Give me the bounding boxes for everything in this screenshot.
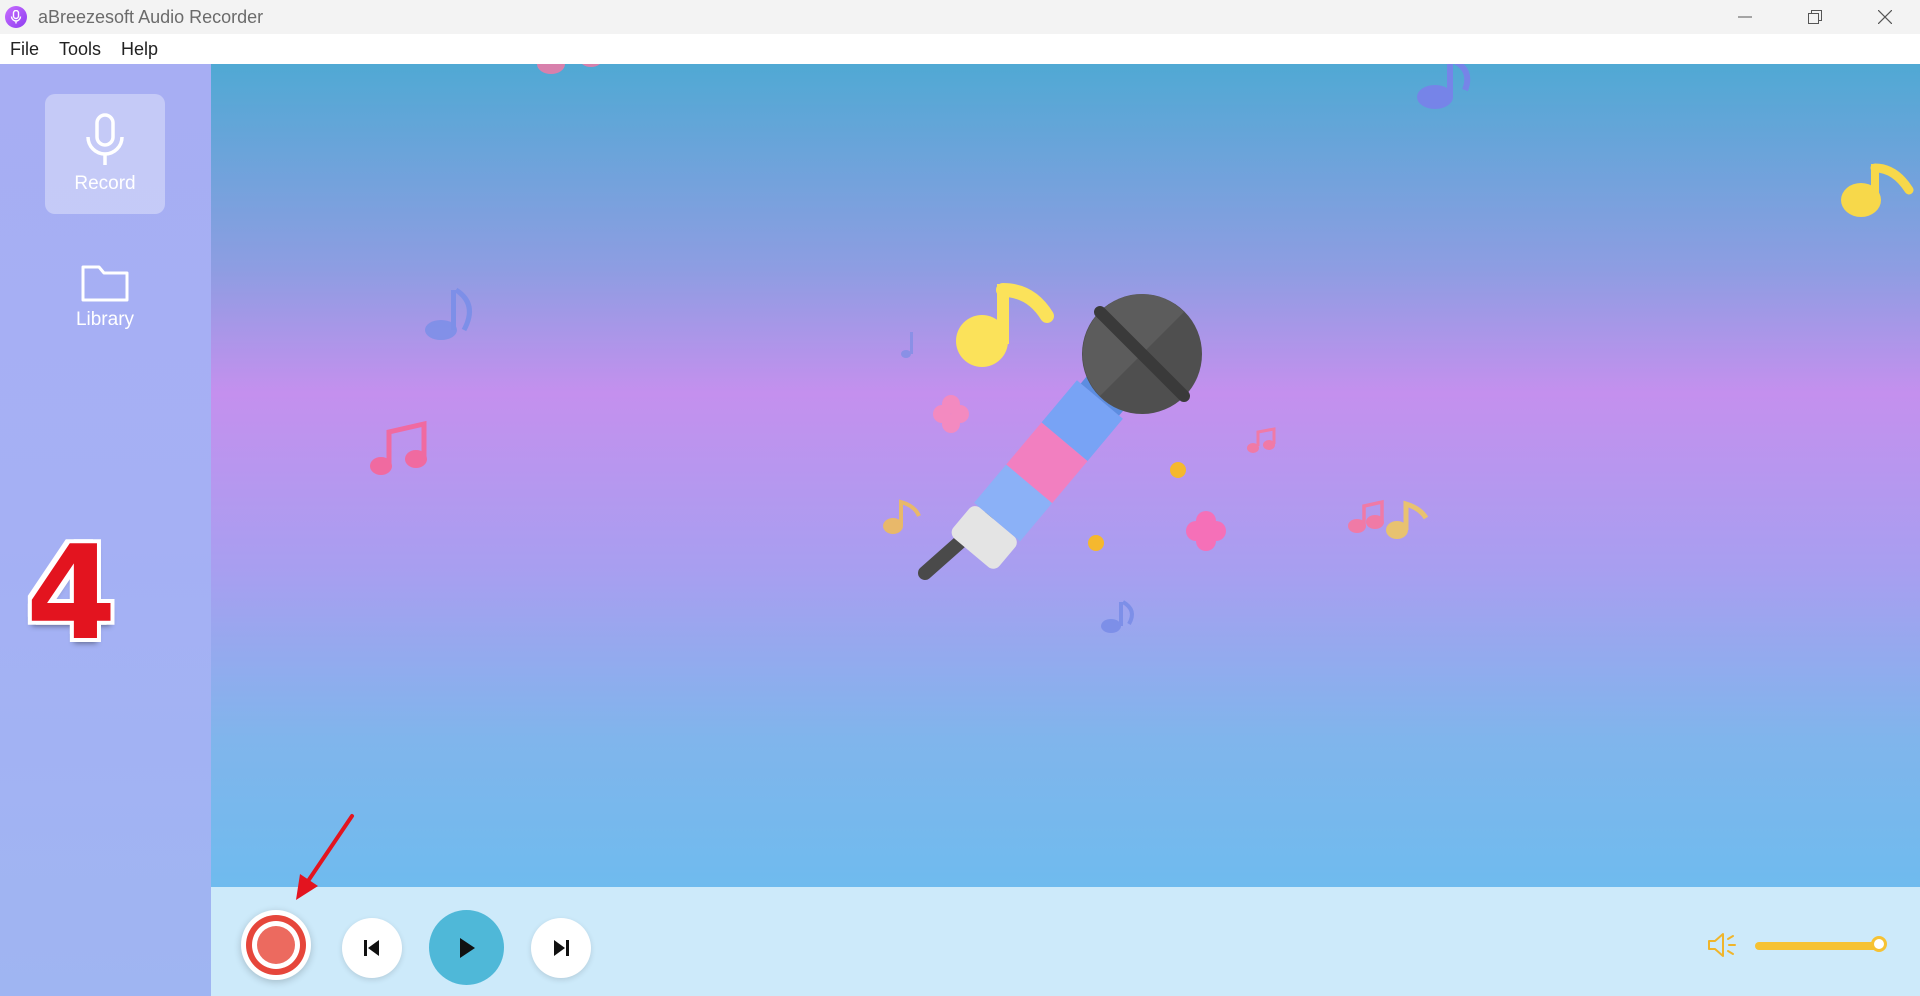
sidebar-item-record[interactable]: Record [45,94,165,214]
music-note-icon [883,499,921,534]
menu-tools[interactable]: Tools [49,39,111,60]
minimize-icon [1738,16,1752,18]
skip-forward-icon [554,940,569,956]
restore-button[interactable] [1780,0,1850,34]
sidebar-item-label: Library [75,309,135,330]
stage-illustration [370,64,1914,633]
window-title: aBreezesoft Audio Recorder [38,6,264,27]
flower-icon [1186,511,1226,551]
sidebar-item-library[interactable]: Library [45,236,165,356]
music-note-icon [1841,163,1914,217]
play-button[interactable] [429,910,504,985]
step-number-annotation: 4 [26,517,117,669]
flower-icon [933,395,969,433]
microphone-icon [86,113,124,165]
play-icon [459,937,475,958]
music-note-icon [956,283,1054,367]
music-note-icon [370,420,427,475]
skip-back-button[interactable] [342,918,402,978]
music-note-icon [537,64,600,74]
title-bar: aBreezesoft Audio Recorder [0,0,1920,34]
annotation-arrow [296,814,354,900]
restore-icon [1808,10,1822,24]
recorder-stage [211,64,1920,887]
music-note-icon [1101,600,1134,633]
app-microphone-icon [5,6,27,28]
menu-bar: File Tools Help [0,34,1920,64]
close-icon [1878,10,1892,24]
volume-icon[interactable] [1707,932,1737,958]
sidebar: Record Library 4 [0,64,211,996]
menu-help[interactable]: Help [111,39,168,60]
music-note-icon [901,332,913,358]
folder-icon [81,265,129,302]
close-button[interactable] [1850,0,1920,34]
record-button[interactable] [241,910,311,980]
volume-slider-thumb[interactable] [1871,936,1887,952]
music-note-icon [1417,64,1471,109]
player-bar [211,887,1920,996]
music-note-icon [1348,499,1384,533]
skip-forward-button[interactable] [531,918,591,978]
music-note-icon [1247,427,1276,453]
minimize-button[interactable] [1710,0,1780,34]
menu-file[interactable]: File [0,39,49,60]
skip-back-icon [364,940,379,956]
music-note-icon [1386,500,1429,539]
sidebar-item-label: Record [74,173,136,194]
record-icon [246,915,306,975]
music-note-icon [425,287,472,340]
volume-slider[interactable] [1755,942,1881,950]
